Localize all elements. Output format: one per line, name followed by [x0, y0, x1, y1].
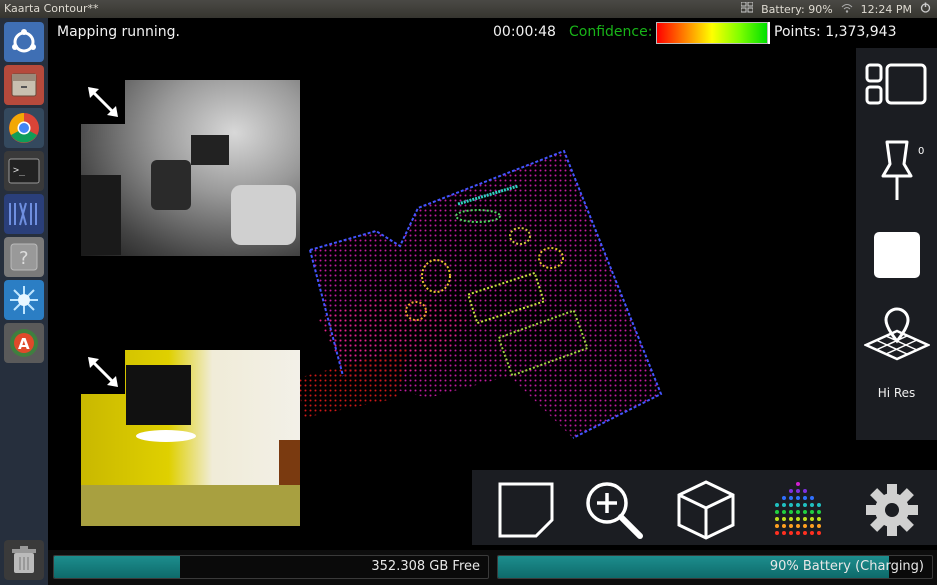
wifi-icon[interactable] [841, 3, 853, 16]
power-icon[interactable] [920, 2, 931, 16]
pin-icon [881, 140, 912, 200]
window-title: Kaarta Contour** [4, 2, 99, 15]
layout-button[interactable] [856, 50, 937, 120]
system-tray: Battery: 90% 12:24 PM [740, 1, 931, 16]
camera-view-top[interactable] [81, 80, 300, 256]
ubuntu-dash-icon[interactable] [4, 22, 44, 62]
stop-button[interactable] [856, 220, 937, 290]
layout-icon [865, 63, 926, 105]
hires-toggle[interactable]: Hi Res [856, 386, 937, 400]
viewer-area[interactable]: Mapping running. 00:00:48 Confidence: Po… [48, 18, 937, 585]
map-location-button[interactable] [856, 298, 937, 368]
expand-arrows-icon [88, 357, 118, 387]
foreground-chair [81, 175, 121, 255]
expand-camera-bottom-button[interactable] [81, 350, 125, 394]
mapping-status: Mapping running. [57, 24, 181, 40]
battery-bar: 90% Battery (Charging) [497, 555, 933, 579]
battery-indicator[interactable]: Battery: 90% [761, 3, 833, 16]
stop-icon [873, 232, 920, 278]
settings-button[interactable] [860, 478, 924, 542]
pin-count: 0 [918, 146, 925, 157]
sofa-shape [231, 185, 296, 245]
svg-text:?: ? [19, 248, 29, 269]
storage-fill [54, 556, 180, 578]
cube-icon [677, 480, 735, 540]
tv-shape [126, 365, 191, 425]
terminal-icon[interactable]: >_ [4, 151, 44, 191]
svg-text:>_: >_ [13, 165, 26, 176]
settings-icon [866, 484, 918, 536]
cube-view-button[interactable] [674, 478, 738, 542]
spark-icon[interactable] [4, 280, 44, 320]
confidence-label: Confidence: [569, 24, 653, 40]
storage-free-label: 352.308 GB Free [371, 559, 480, 574]
elapsed-timer: 00:00:48 [493, 24, 556, 40]
pin-button[interactable]: 0 [856, 136, 937, 206]
expand-arrows-icon [88, 87, 118, 117]
battery-label: 90% Battery (Charging) [769, 559, 924, 574]
right-tool-panel: 0 Hi Res [856, 48, 937, 440]
trash-icon[interactable] [4, 540, 44, 580]
zoom-in-button[interactable] [582, 478, 646, 542]
color-points-icon [775, 482, 821, 535]
kaarta-logo-icon[interactable] [4, 194, 44, 234]
crop-button[interactable] [494, 478, 558, 542]
clock[interactable]: 12:24 PM [861, 3, 912, 16]
tv-shape [191, 135, 229, 165]
storage-bar: 352.308 GB Free [53, 555, 489, 579]
zoom-in-icon [586, 482, 643, 539]
points-count: Points: 1,373,943 [774, 24, 897, 40]
color-points-button[interactable] [766, 478, 830, 542]
files-icon[interactable] [4, 65, 44, 105]
expand-camera-top-button[interactable] [81, 80, 125, 124]
svg-text:A: A [18, 335, 30, 353]
crop-icon [498, 482, 554, 538]
floor-shape [81, 485, 300, 526]
workspace-icon[interactable] [740, 1, 754, 16]
map-location-icon [863, 307, 930, 361]
help-icon[interactable]: ? [4, 237, 44, 277]
launcher: >_ ? A [0, 18, 49, 585]
software-updater-icon[interactable]: A [4, 323, 44, 363]
chair-shape [279, 440, 300, 485]
confidence-meter [656, 22, 770, 44]
status-bar: 352.308 GB Free 90% Battery (Charging) [48, 550, 937, 585]
chair-shape [151, 160, 191, 210]
chrome-icon[interactable] [4, 108, 44, 148]
camera-view-bottom[interactable] [81, 350, 300, 526]
bottom-toolbar [472, 470, 937, 545]
table-shape [136, 430, 196, 442]
top-menu-bar: Kaarta Contour** Battery: 90% 12:24 PM [0, 0, 937, 18]
